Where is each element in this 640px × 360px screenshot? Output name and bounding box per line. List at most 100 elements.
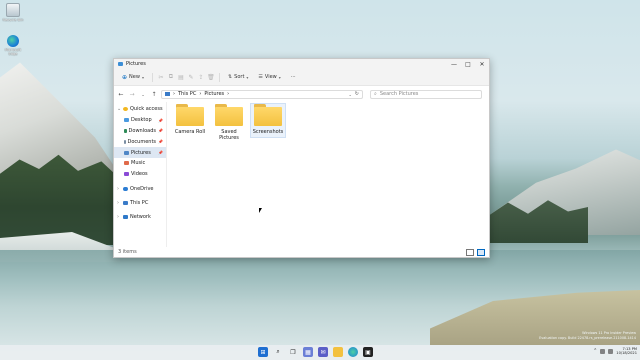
- clock[interactable]: 7:13 PM 10/18/2021: [616, 347, 637, 355]
- sidebar-item-onedrive[interactable]: › OneDrive: [114, 184, 166, 195]
- sidebar-item-music[interactable]: Music: [114, 158, 166, 169]
- share-icon[interactable]: ⇪: [197, 73, 205, 81]
- folder-item-screenshots[interactable]: Screenshots: [250, 103, 286, 138]
- mouse-cursor-icon: [259, 208, 262, 213]
- sidebar-item-desktop[interactable]: Desktop 📌: [114, 115, 166, 126]
- folder-label: Screenshots: [252, 129, 284, 135]
- address-dropdown-icon[interactable]: ⌄: [348, 92, 351, 97]
- chevron-right-icon[interactable]: ›: [117, 186, 121, 192]
- navigation-pane: ⌄ Quick access Desktop 📌 Downloads 📌 Doc…: [114, 102, 167, 247]
- large-icons-view-icon[interactable]: [477, 248, 485, 256]
- edge-icon[interactable]: [348, 347, 358, 357]
- new-label: New: [129, 74, 140, 80]
- pin-icon: 📌: [158, 150, 163, 156]
- chevron-down-icon: ▾: [141, 74, 144, 80]
- chevron-right-icon[interactable]: ›: [117, 214, 121, 220]
- sidebar-item-label: Documents: [127, 138, 157, 145]
- system-tray: ⌃ 7:13 PM 10/18/2021: [593, 347, 637, 355]
- more-options-button[interactable]: ···: [287, 72, 300, 82]
- search-box[interactable]: ⌕ Search Pictures: [370, 89, 482, 99]
- sidebar-item-quick-access[interactable]: ⌄ Quick access: [114, 104, 166, 115]
- divider: [218, 72, 220, 82]
- star-icon: [123, 107, 128, 112]
- search-icon[interactable]: ⌕: [273, 347, 283, 357]
- sidebar-item-documents[interactable]: Documents 📌: [114, 136, 166, 147]
- sidebar-item-label: Videos: [131, 171, 148, 178]
- recycle-bin-icon: [6, 3, 20, 17]
- start-icon[interactable]: ⊞: [258, 347, 268, 357]
- sidebar-item-this-pc[interactable]: › This PC: [114, 197, 166, 208]
- delete-icon[interactable]: 🗑: [207, 73, 215, 81]
- folder-label: Saved Pictures: [219, 129, 239, 141]
- copy-icon[interactable]: ⧉: [167, 73, 175, 81]
- watermark-line-2: Evaluation copy. Build 22478.rs_prerelea…: [539, 336, 636, 340]
- plus-icon: ⊕: [122, 73, 128, 81]
- view-icon: ☰: [258, 74, 263, 80]
- sort-label: Sort: [234, 74, 245, 80]
- chevron-down-icon[interactable]: ⌄: [117, 106, 121, 112]
- documents-icon: [124, 139, 126, 144]
- up-arrow-icon[interactable]: ↑: [150, 90, 158, 98]
- address-bar[interactable]: › This PC › Pictures › ⌄ ↻: [161, 89, 363, 99]
- window-title: Pictures: [126, 61, 146, 67]
- chevron-up-icon[interactable]: ⌃: [593, 348, 597, 354]
- view-button[interactable]: ☰ View ▾: [254, 72, 284, 82]
- desktop-icon-edge[interactable]: Microsoft Edge: [2, 35, 24, 56]
- sidebar-item-label: Quick access: [130, 106, 163, 113]
- chevron-right-icon[interactable]: ›: [117, 200, 121, 206]
- recent-locations-chevron-icon[interactable]: ⌄: [139, 90, 147, 98]
- computer-icon: [123, 200, 128, 205]
- minimize-button[interactable]: —: [447, 59, 461, 69]
- breadcrumb-this-pc[interactable]: This PC: [178, 91, 196, 97]
- taskbar-apps: ⊞ ⌕ ❐ ▦ ✉ ▣: [258, 347, 373, 357]
- clock-date: 10/18/2021: [616, 351, 637, 356]
- divider: [151, 72, 153, 82]
- explorer-body: ⌄ Quick access Desktop 📌 Downloads 📌 Doc…: [114, 102, 489, 247]
- edge-icon: [7, 35, 19, 47]
- desktop-icon-recycle-bin[interactable]: Recycle Bin: [2, 3, 24, 22]
- videos-icon: [124, 172, 129, 177]
- desktop-icon-label: Recycle Bin: [2, 18, 24, 22]
- sidebar-item-label: Desktop: [131, 117, 152, 124]
- network-icon[interactable]: [600, 348, 606, 354]
- back-arrow-icon[interactable]: ←: [117, 90, 125, 98]
- pin-icon: 📌: [158, 117, 163, 123]
- sidebar-item-network[interactable]: › Network: [114, 211, 166, 222]
- cut-icon[interactable]: ✂: [157, 73, 165, 81]
- widgets-icon[interactable]: ▦: [303, 347, 313, 357]
- breadcrumb-pictures[interactable]: Pictures: [204, 91, 224, 97]
- desktop-icon-label: Microsoft Edge: [4, 48, 22, 57]
- paste-icon[interactable]: ▤: [177, 73, 185, 81]
- chevron-down-icon: ▾: [278, 74, 281, 80]
- folder-item-camera-roll[interactable]: Camera Roll: [173, 104, 207, 135]
- refresh-icon[interactable]: ↻: [355, 91, 359, 97]
- details-view-icon[interactable]: [466, 248, 474, 256]
- folder-icon: [254, 104, 282, 126]
- title-bar[interactable]: Pictures — □ ✕: [114, 59, 489, 69]
- breadcrumb-separator: ›: [173, 91, 175, 97]
- taskbar: ⊞ ⌕ ❐ ▦ ✉ ▣ ⌃ 7:13 PM 10/18/2021: [0, 345, 640, 360]
- pin-icon: 📌: [158, 139, 163, 145]
- forward-arrow-icon[interactable]: →: [128, 90, 136, 98]
- sidebar-item-label: OneDrive: [130, 185, 154, 192]
- maximize-button[interactable]: □: [461, 59, 475, 69]
- folder-item-saved-pictures[interactable]: Saved Pictures: [212, 104, 246, 141]
- this-pc-icon: [165, 92, 170, 96]
- file-explorer-icon[interactable]: [333, 347, 343, 357]
- volume-icon[interactable]: [608, 348, 614, 354]
- sidebar-item-label: Network: [130, 213, 151, 220]
- chat-icon[interactable]: ✉: [318, 347, 328, 357]
- sort-button[interactable]: ⇅ Sort ▾: [224, 72, 252, 82]
- store-icon[interactable]: ▣: [363, 347, 373, 357]
- chevron-down-icon: ▾: [246, 74, 249, 80]
- task-view-icon[interactable]: ❐: [288, 347, 298, 357]
- sidebar-item-downloads[interactable]: Downloads 📌: [114, 126, 166, 137]
- sidebar-item-pictures[interactable]: Pictures 📌: [114, 147, 166, 158]
- search-placeholder: Search Pictures: [379, 91, 419, 97]
- search-icon: ⌕: [374, 91, 377, 97]
- rename-icon[interactable]: ✎: [187, 73, 195, 81]
- new-button[interactable]: ⊕ New ▾: [118, 72, 148, 83]
- close-button[interactable]: ✕: [475, 59, 489, 69]
- sidebar-item-videos[interactable]: Videos: [114, 169, 166, 180]
- folder-icon: [215, 104, 243, 126]
